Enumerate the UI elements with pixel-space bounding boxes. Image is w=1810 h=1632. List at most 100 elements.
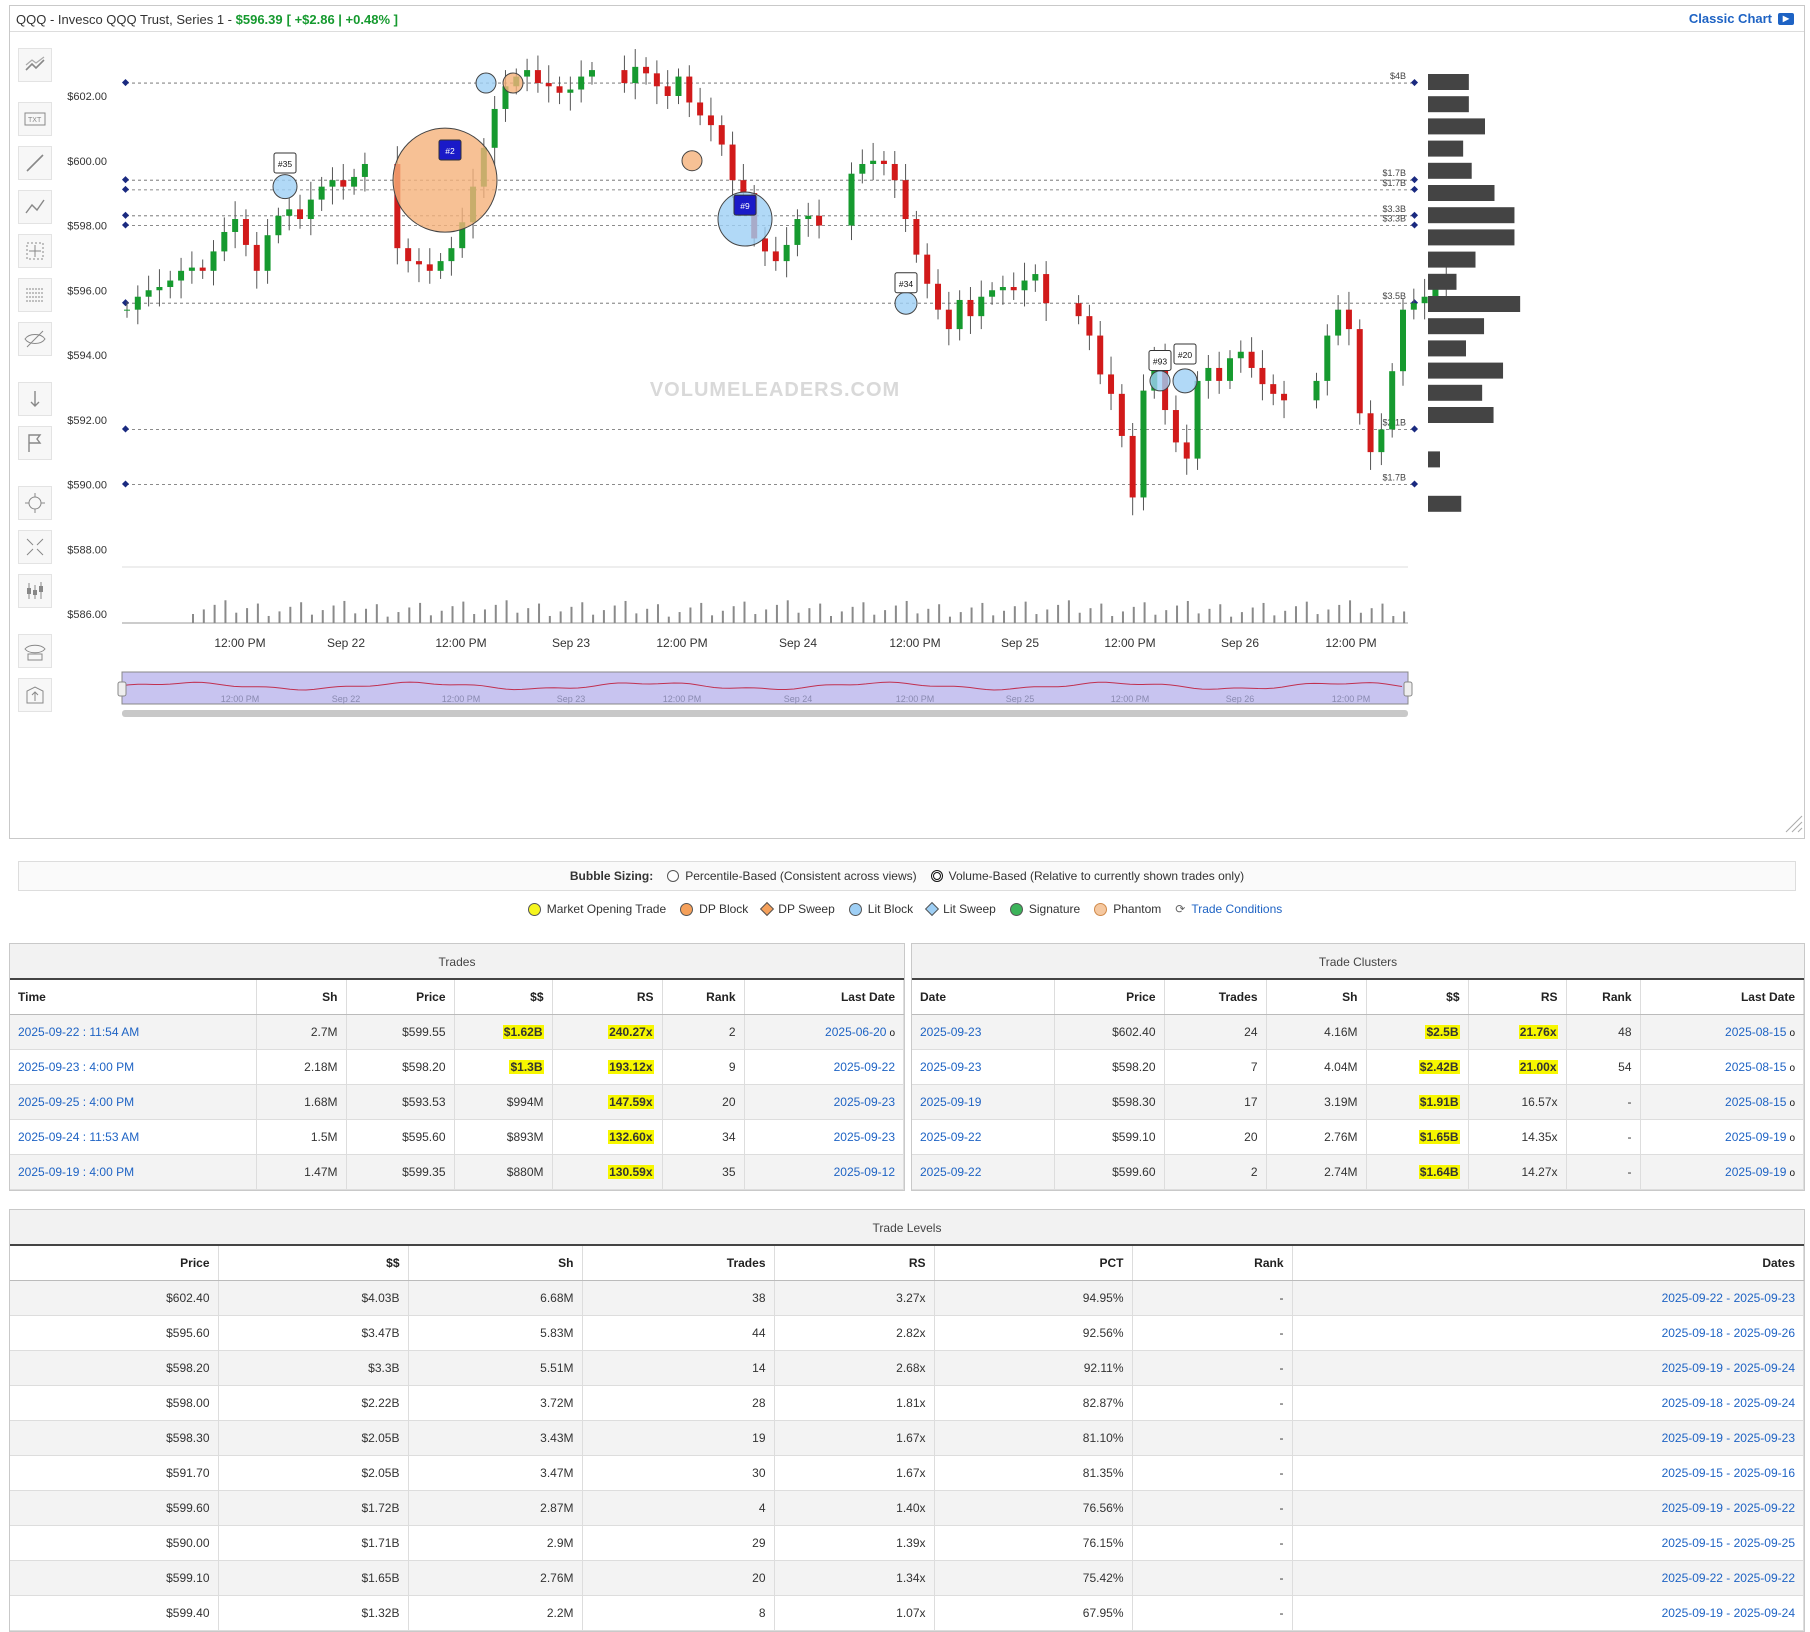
trade-bubble[interactable]: [681, 150, 703, 172]
col-sh[interactable]: Sh: [408, 1246, 583, 1281]
price-chart[interactable]: $602.00 $600.00 $598.00 $596.00 $594.00 $592.…: [10, 6, 1806, 840]
radio-checked-icon[interactable]: [930, 870, 943, 882]
col-sh[interactable]: Sh: [256, 980, 347, 1015]
cluster-date-link[interactable]: 2025-09-23: [920, 1025, 981, 1039]
dates-link[interactable]: 2025-09-19 - 2025-09-22: [1662, 1501, 1795, 1515]
y-tick-label: $588.00: [67, 544, 107, 556]
trade-time-link[interactable]: 2025-09-25 : 4:00 PM: [18, 1095, 134, 1109]
col-rank[interactable]: Rank: [1132, 1246, 1293, 1281]
volume-bar: [1100, 603, 1103, 623]
trade-time-link[interactable]: 2025-09-24 : 11:53 AM: [18, 1130, 139, 1144]
radio-unchecked-icon[interactable]: [667, 870, 680, 882]
dates-link[interactable]: 2025-09-15 - 2025-09-16: [1662, 1466, 1795, 1480]
col-dollars[interactable]: $$: [218, 1246, 409, 1281]
volume-bar: [1370, 608, 1373, 623]
cell-pct: 67.95%: [934, 1595, 1133, 1631]
col-rs[interactable]: RS: [1468, 980, 1567, 1015]
candle-body: [1324, 335, 1331, 381]
x-tick-label: 12:00 PM: [1325, 636, 1376, 650]
volume-bar: [938, 604, 941, 623]
col-dollars[interactable]: $$: [1366, 980, 1469, 1015]
last-date-link[interactable]: 2025-08-15: [1725, 1095, 1786, 1109]
cell-sh: 5.51M: [408, 1350, 583, 1386]
x-tick-label: Sep 25: [1001, 636, 1039, 650]
legend-item-dp-block[interactable]: DP Block: [680, 902, 748, 916]
legend-item-market-opening[interactable]: Market Opening Trade: [527, 902, 666, 916]
last-date-link[interactable]: 2025-09-22: [834, 1060, 895, 1074]
col-trades[interactable]: Trades: [582, 1246, 775, 1281]
last-date-link[interactable]: 2025-09-23: [834, 1095, 895, 1109]
volume-bar: [1240, 612, 1243, 623]
percentile-option[interactable]: Percentile-Based (Consistent across view…: [667, 869, 917, 883]
col-last-date[interactable]: Last Date: [1640, 980, 1804, 1015]
trade-bubble[interactable]: [1149, 370, 1171, 392]
trade-time-link[interactable]: 2025-09-19 : 4:00 PM: [18, 1165, 134, 1179]
last-date-link[interactable]: 2025-09-23: [834, 1130, 895, 1144]
trade-bubble[interactable]: [502, 72, 524, 94]
volume-bar: [1305, 601, 1308, 623]
trade-bubble[interactable]: [475, 72, 497, 94]
trade-time-link[interactable]: 2025-09-23 : 4:00 PM: [18, 1060, 134, 1074]
cell-dollars: $3.47B: [218, 1315, 409, 1351]
legend-item-dp-sweep[interactable]: DP Sweep: [760, 901, 835, 917]
cluster-date-link[interactable]: 2025-09-22: [920, 1165, 981, 1179]
dates-link[interactable]: 2025-09-15 - 2025-09-25: [1662, 1536, 1795, 1550]
col-date[interactable]: Date: [912, 980, 1055, 1015]
trade-bubble[interactable]: [894, 291, 918, 315]
volume-profile-bar: [1428, 407, 1494, 423]
navigator[interactable]: [121, 671, 1409, 705]
col-last-date[interactable]: Last Date: [744, 980, 904, 1015]
navigator-scrollbar[interactable]: [122, 710, 1408, 717]
last-date-link[interactable]: 2025-09-19: [1725, 1130, 1786, 1144]
dates-link[interactable]: 2025-09-18 - 2025-09-24: [1662, 1396, 1795, 1410]
last-date-link[interactable]: 2025-08-15: [1725, 1025, 1786, 1039]
trade-time-link[interactable]: 2025-09-22 : 11:54 AM: [18, 1025, 139, 1039]
resize-grip-icon[interactable]: [1785, 815, 1803, 833]
cluster-date-link[interactable]: 2025-09-22: [920, 1130, 981, 1144]
col-dates[interactable]: Dates: [1292, 1246, 1804, 1281]
dates-link[interactable]: 2025-09-19 - 2025-09-24: [1662, 1361, 1795, 1375]
col-sh[interactable]: Sh: [1266, 980, 1367, 1015]
col-price[interactable]: Price: [346, 980, 455, 1015]
last-date-link[interactable]: 2025-09-12: [834, 1165, 895, 1179]
col-trades[interactable]: Trades: [1164, 980, 1267, 1015]
dates-link[interactable]: 2025-09-19 - 2025-09-24: [1662, 1606, 1795, 1620]
dates-link[interactable]: 2025-09-22 - 2025-09-22: [1662, 1571, 1795, 1585]
cluster-date-link[interactable]: 2025-09-19: [920, 1095, 981, 1109]
col-rs[interactable]: RS: [552, 980, 663, 1015]
col-rank[interactable]: Rank: [1566, 980, 1641, 1015]
col-rs[interactable]: RS: [774, 1246, 935, 1281]
col-rank[interactable]: Rank: [662, 980, 745, 1015]
candle-body: [870, 160, 877, 164]
col-dollars[interactable]: $$: [454, 980, 553, 1015]
volume-bar: [559, 611, 562, 623]
col-price[interactable]: Price: [10, 1246, 219, 1281]
legend-item-phantom[interactable]: Phantom: [1094, 902, 1161, 916]
dates-link[interactable]: 2025-09-18 - 2025-09-26: [1662, 1326, 1795, 1340]
col-time[interactable]: Time: [10, 980, 257, 1015]
volume-bar: [494, 604, 497, 623]
cell-rs: 1.67x: [774, 1420, 935, 1456]
col-price[interactable]: Price: [1054, 980, 1165, 1015]
cluster-date-link[interactable]: 2025-09-23: [920, 1060, 981, 1074]
table-row: 2025-09-22 $599.60 2 2.74M $1.64B 14.27x - 2025…: [912, 1154, 1804, 1190]
legend-item-lit-sweep[interactable]: Lit Sweep: [925, 901, 996, 917]
dates-link[interactable]: 2025-09-22 - 2025-09-23: [1662, 1291, 1795, 1305]
legend-item-signature[interactable]: Signature: [1009, 902, 1080, 916]
navigator-handle-left[interactable]: [117, 681, 127, 697]
last-date-link[interactable]: 2025-06-20: [825, 1025, 886, 1039]
trade-bubble[interactable]: [1172, 368, 1198, 394]
cell-rank: 35: [662, 1154, 745, 1190]
volume-option[interactable]: Volume-Based (Relative to currently show…: [930, 869, 1244, 883]
cell-rs: 1.39x: [774, 1525, 935, 1561]
col-pct[interactable]: PCT: [934, 1246, 1133, 1281]
volume-bar: [775, 604, 778, 623]
percentile-option-label: Percentile-Based (Consistent across view…: [685, 869, 917, 883]
trade-conditions-link[interactable]: ⟳ Trade Conditions: [1175, 902, 1282, 916]
last-date-link[interactable]: 2025-08-15: [1725, 1060, 1786, 1074]
trade-bubble[interactable]: [272, 174, 298, 200]
dates-link[interactable]: 2025-09-19 - 2025-09-23: [1662, 1431, 1795, 1445]
navigator-handle-right[interactable]: [1403, 681, 1413, 697]
last-date-link[interactable]: 2025-09-19: [1725, 1165, 1786, 1179]
legend-item-lit-block[interactable]: Lit Block: [848, 902, 913, 916]
